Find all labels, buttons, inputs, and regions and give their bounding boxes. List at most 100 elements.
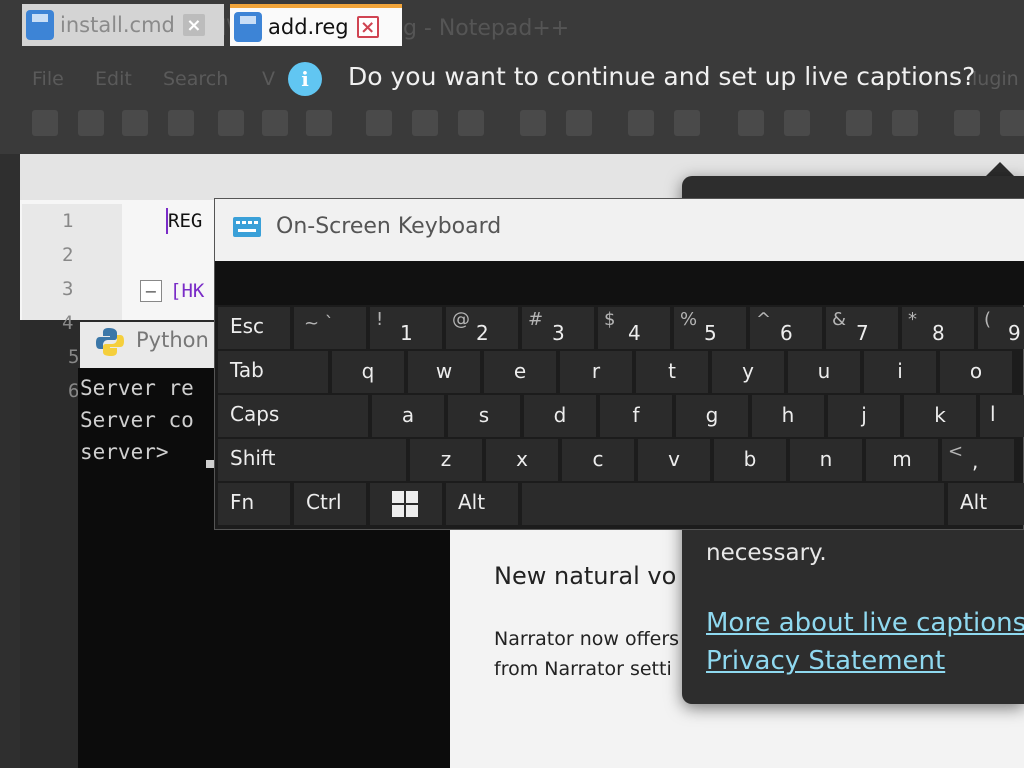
toolbar-wrap-icon[interactable]	[954, 110, 980, 136]
key-8[interactable]: * 8	[902, 307, 974, 349]
toolbar-find-icon[interactable]	[628, 110, 654, 136]
key-h[interactable]: h	[752, 395, 824, 437]
keyboard-icon	[233, 217, 261, 237]
key-z[interactable]: z	[410, 439, 482, 481]
fold-toggle[interactable]: −	[140, 280, 162, 302]
key-k[interactable]: k	[904, 395, 976, 437]
menu-edit[interactable]: Edit	[95, 68, 132, 90]
windows-icon	[392, 491, 418, 517]
key-m[interactable]: m	[866, 439, 938, 481]
key-t[interactable]: t	[636, 351, 708, 393]
key-6[interactable]: ^ 6	[750, 307, 822, 349]
toolbar-paste-icon[interactable]	[458, 110, 484, 136]
live-captions-prompt: Do you want to continue and set up live …	[348, 62, 976, 91]
key-space[interactable]	[522, 483, 944, 525]
toolbar-indent-icon[interactable]	[1000, 110, 1024, 136]
toolbar-save-icon[interactable]	[122, 110, 148, 136]
notepad-left-edge	[0, 154, 20, 768]
key-w[interactable]: w	[408, 351, 480, 393]
line-number: 2	[62, 244, 74, 266]
key-n[interactable]: n	[790, 439, 862, 481]
key-3[interactable]: #3	[522, 307, 594, 349]
key-esc[interactable]: Esc	[218, 307, 290, 349]
key-x[interactable]: x	[486, 439, 558, 481]
tab-close-icon[interactable]: ×	[182, 14, 205, 36]
key-f[interactable]: f	[600, 395, 672, 437]
key-q[interactable]: q	[332, 351, 404, 393]
toolbar-print-icon[interactable]	[306, 110, 332, 136]
notepad-toolbar	[0, 98, 1024, 154]
key-fn[interactable]: Fn	[218, 483, 290, 525]
menu-view[interactable]: V	[262, 68, 275, 90]
toolbar-cut-icon[interactable]	[366, 110, 392, 136]
toolbar-close-icon[interactable]	[218, 110, 244, 136]
toolbar-sync-h-icon[interactable]	[892, 110, 918, 136]
key-c[interactable]: c	[562, 439, 634, 481]
floppy-disk-icon	[234, 12, 262, 42]
osk-title: On-Screen Keyboard	[276, 214, 502, 239]
toolbar-sync-v-icon[interactable]	[846, 110, 872, 136]
tab-install-cmd[interactable]: install.cmd ×	[22, 4, 224, 46]
key-b[interactable]: b	[714, 439, 786, 481]
toolbar-redo-icon[interactable]	[566, 110, 592, 136]
key-tab[interactable]: Tab	[218, 351, 328, 393]
tab-close-icon[interactable]: ×	[356, 16, 379, 38]
key-caps[interactable]: Caps	[218, 395, 368, 437]
key-v[interactable]: v	[638, 439, 710, 481]
key-e[interactable]: e	[484, 351, 556, 393]
toolbar-save-all-icon[interactable]	[168, 110, 194, 136]
menu-plugins[interactable]: lugin	[972, 68, 1019, 90]
osk-dark-band	[215, 261, 1024, 305]
console-line: Server re	[80, 376, 194, 400]
key-ctrl[interactable]: Ctrl	[294, 483, 366, 525]
key-s[interactable]: s	[448, 395, 520, 437]
narrator-paragraph: Narrator now offers	[494, 628, 680, 650]
toolbar-replace-icon[interactable]	[674, 110, 700, 136]
toolbar-copy-icon[interactable]	[412, 110, 438, 136]
key-o[interactable]: o	[940, 351, 1012, 393]
key-alt-right[interactable]: Alt	[948, 483, 1024, 525]
floppy-disk-icon	[26, 10, 54, 40]
key-u[interactable]: u	[788, 351, 860, 393]
narrator-paragraph: from Narrator setti	[494, 658, 672, 680]
key-tilde[interactable]: ~ `	[294, 307, 366, 349]
key-1[interactable]: ! 1	[370, 307, 442, 349]
menu-file[interactable]: File	[32, 68, 64, 90]
toolbar-close-all-icon[interactable]	[262, 110, 288, 136]
toolbar-zoom-in-icon[interactable]	[738, 110, 764, 136]
toolbar-undo-icon[interactable]	[520, 110, 546, 136]
line-number: 5	[68, 346, 80, 368]
line-number: 1	[62, 210, 74, 232]
toolbar-open-icon[interactable]	[78, 110, 104, 136]
key-comma[interactable]: <,	[942, 439, 1014, 481]
console-line: Server co	[80, 408, 194, 432]
key-j[interactable]: j	[828, 395, 900, 437]
key-4[interactable]: $4	[598, 307, 670, 349]
tab-add-reg[interactable]: add.reg ×	[230, 4, 402, 46]
key-2[interactable]: @2	[446, 307, 518, 349]
key-r[interactable]: r	[560, 351, 632, 393]
key-i[interactable]: i	[864, 351, 936, 393]
line-number: 3	[62, 278, 74, 300]
privacy-statement-link[interactable]: Privacy Statement	[706, 646, 945, 676]
key-l[interactable]: l	[980, 395, 1024, 437]
console-prompt: server>	[80, 440, 169, 464]
key-shift[interactable]: Shift	[218, 439, 406, 481]
key-5[interactable]: % 5	[674, 307, 746, 349]
key-alt-left[interactable]: Alt	[446, 483, 518, 525]
tab-label: add.reg	[268, 15, 349, 39]
key-7[interactable]: & 7	[826, 307, 898, 349]
toolbar-zoom-out-icon[interactable]	[784, 110, 810, 136]
key-d[interactable]: d	[524, 395, 596, 437]
code-line: REG	[168, 210, 203, 232]
more-about-live-captions-link[interactable]: More about live captions	[706, 608, 1024, 638]
key-9[interactable]: (9	[978, 307, 1024, 349]
toolbar-new-icon[interactable]	[32, 110, 58, 136]
narrator-heading: New natural vo	[494, 562, 677, 590]
key-y[interactable]: y	[712, 351, 784, 393]
python-icon	[96, 328, 124, 356]
key-g[interactable]: g	[676, 395, 748, 437]
key-a[interactable]: a	[372, 395, 444, 437]
menu-search[interactable]: Search	[163, 68, 228, 90]
key-windows[interactable]	[370, 483, 442, 525]
